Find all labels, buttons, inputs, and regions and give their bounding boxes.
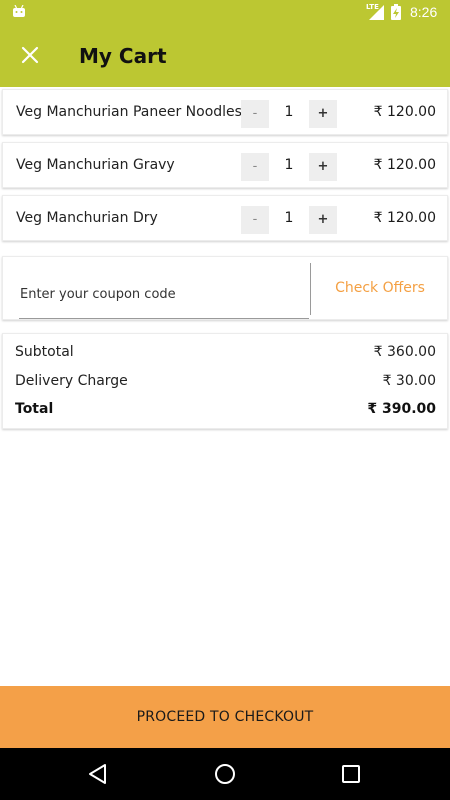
android-notification-icon xyxy=(13,5,25,17)
cart-item: Veg Manchurian Gravy - 1 + ₹ 120.00 xyxy=(2,142,448,188)
decrease-quantity-button[interactable]: - xyxy=(241,153,269,181)
cart-item: Veg Manchurian Paneer Noodles - 1 + ₹ 12… xyxy=(2,89,448,135)
item-quantity: 1 xyxy=(284,157,294,173)
cart-list: Veg Manchurian Paneer Noodles - 1 + ₹ 12… xyxy=(2,89,448,248)
coupon-section: Check Offers xyxy=(2,256,448,320)
item-quantity: 1 xyxy=(284,104,294,120)
total-label: Total xyxy=(15,401,54,417)
total-row: Total ₹ 390.00 xyxy=(15,401,436,421)
item-name: Veg Manchurian Gravy xyxy=(16,157,175,173)
item-name: Veg Manchurian Dry xyxy=(16,210,158,226)
item-name: Veg Manchurian Paneer Noodles xyxy=(16,104,242,120)
total-value: ₹ 390.00 xyxy=(367,401,436,417)
increase-quantity-button[interactable]: + xyxy=(309,153,337,181)
page-title: My Cart xyxy=(79,44,167,68)
close-icon[interactable] xyxy=(18,43,42,67)
app-bar: My Cart xyxy=(0,24,450,87)
subtotal-value: ₹ 360.00 xyxy=(373,344,436,360)
decrease-quantity-button[interactable]: - xyxy=(241,100,269,128)
increase-quantity-button[interactable]: + xyxy=(309,206,337,234)
recents-icon[interactable] xyxy=(339,762,363,786)
cart-item: Veg Manchurian Dry - 1 + ₹ 120.00 xyxy=(2,195,448,241)
proceed-to-checkout-button[interactable]: PROCEED TO CHECKOUT xyxy=(0,686,450,748)
item-price: ₹ 120.00 xyxy=(373,157,436,173)
subtotal-label: Subtotal xyxy=(15,344,74,360)
delivery-charge-value: ₹ 30.00 xyxy=(382,373,436,389)
item-price: ₹ 120.00 xyxy=(373,104,436,120)
system-nav-bar xyxy=(0,748,450,800)
delivery-charge-label: Delivery Charge xyxy=(15,373,128,389)
check-offers-button[interactable]: Check Offers xyxy=(311,257,449,319)
status-time: 8:26 xyxy=(410,4,438,20)
decrease-quantity-button[interactable]: - xyxy=(241,206,269,234)
signal-icon xyxy=(369,5,384,20)
order-summary: Subtotal ₹ 360.00 Delivery Charge ₹ 30.0… xyxy=(2,333,448,429)
home-icon[interactable] xyxy=(213,762,237,786)
subtotal-row: Subtotal ₹ 360.00 xyxy=(15,344,436,364)
item-price: ₹ 120.00 xyxy=(373,210,436,226)
item-quantity: 1 xyxy=(284,210,294,226)
battery-charging-icon xyxy=(391,4,401,20)
increase-quantity-button[interactable]: + xyxy=(309,100,337,128)
delivery-charge-row: Delivery Charge ₹ 30.00 xyxy=(15,373,436,393)
status-bar: LTE 8:26 xyxy=(0,0,450,24)
back-icon[interactable] xyxy=(86,762,110,786)
coupon-code-input[interactable] xyxy=(19,271,309,319)
